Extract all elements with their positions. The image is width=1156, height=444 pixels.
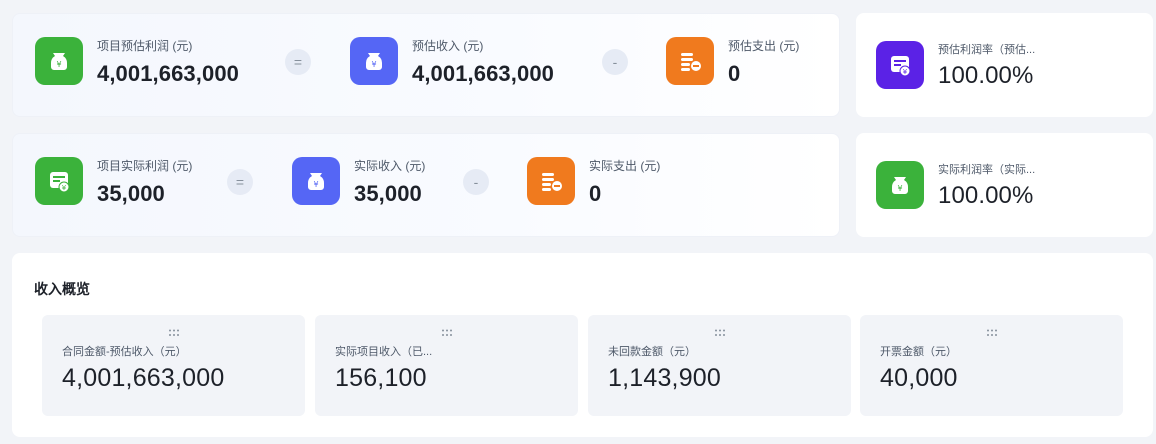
overview-tile-actual-income[interactable]: 实际项目收入（已... 156,100 [315,315,578,416]
svg-text:¥: ¥ [897,184,902,193]
overview-tile-contract[interactable]: 合同金额-预估收入（元） 4,001,663,000 [42,315,305,416]
estimate-rate-item: ¥ 预估利润率（预估... 100.00% [876,41,1035,89]
minus-operator: - [463,169,489,195]
svg-text:¥: ¥ [56,60,61,69]
svg-text:¥: ¥ [313,180,318,189]
minus-operator: - [602,49,628,75]
tile-label: 实际项目收入（已... [335,346,433,358]
actual-profit-card: ¥ 项目实际利润 (元) 35,000 = ¥ 实际收入 (元) 35,000 … [12,133,840,237]
actual-income-item: ¥ 实际收入 (元) 35,000 [292,157,425,207]
actual-rate-label: 实际利润率（实际... [938,164,1036,176]
actual-rate-item: ¥ 实际利润率（实际... 100.00% [876,161,1035,209]
tile-value: 4,001,663,000 [62,364,225,392]
estimate-rate-label: 预估利润率（预估... [938,44,1036,56]
tile-label: 合同金额-预估收入（元） [62,346,187,358]
estimate-profit-card: ¥ 项目预估利润 (元) 4,001,663,000 = ¥ 预估收入 (元) … [12,13,840,117]
overview-tile-invoiced[interactable]: 开票金额（元） 40,000 [860,315,1123,416]
tile-label: 开票金额（元） [880,346,957,358]
svg-text:¥: ¥ [903,68,908,76]
overview-tile-unpaid[interactable]: 未回款金额（元） 1,143,900 [588,315,851,416]
estimate-rate-card: ¥ 预估利润率（预估... 100.00% [856,13,1153,117]
coins-minus-icon [527,157,575,205]
estimate-rate-value: 100.00% [938,62,1034,89]
estimate-expense-label: 预估支出 (元) [728,39,800,53]
revenue-overview-title: 收入概览 [34,281,90,297]
estimate-income-value: 4,001,663,000 [412,61,554,86]
actual-profit-value: 35,000 [97,181,165,206]
actual-profit-label: 项目实际利润 (元) [97,159,193,173]
tile-value: 156,100 [335,364,427,392]
actual-profit-item: ¥ 项目实际利润 (元) 35,000 [35,157,192,207]
estimate-profit-item: ¥ 项目预估利润 (元) 4,001,663,000 [35,37,239,87]
money-bag-icon: ¥ [876,161,924,209]
actual-income-value: 35,000 [354,181,422,206]
actual-rate-value: 100.00% [938,182,1034,209]
estimate-expense-item: 预估支出 (元) 0 [666,37,799,87]
svg-text:¥: ¥ [371,60,376,69]
money-bag-icon: ¥ [292,157,340,205]
tile-value: 40,000 [880,364,958,392]
estimate-profit-value: 4,001,663,000 [97,61,239,86]
estimate-expense-value: 0 [728,61,741,86]
money-bag-icon: ¥ [350,37,398,85]
drag-handle-icon[interactable] [168,329,180,337]
invoice-yuan-icon: ¥ [35,157,83,205]
actual-expense-item: 实际支出 (元) 0 [527,157,660,207]
drag-handle-icon[interactable] [714,329,726,337]
drag-handle-icon[interactable] [441,329,453,337]
equals-operator: = [227,169,253,195]
coins-minus-icon [666,37,714,85]
equals-operator: = [285,49,311,75]
estimate-income-label: 预估收入 (元) [412,39,484,53]
estimate-profit-label: 项目预估利润 (元) [97,39,193,53]
actual-rate-card: ¥ 实际利润率（实际... 100.00% [856,133,1153,237]
money-bag-icon: ¥ [35,37,83,85]
svg-text:¥: ¥ [62,184,67,192]
actual-expense-label: 实际支出 (元) [589,159,661,173]
invoice-yuan-icon: ¥ [876,41,924,89]
drag-handle-icon[interactable] [986,329,998,337]
actual-expense-value: 0 [589,181,602,206]
tile-value: 1,143,900 [608,364,722,392]
actual-income-label: 实际收入 (元) [354,159,426,173]
tile-label: 未回款金额（元） [608,346,696,358]
estimate-income-item: ¥ 预估收入 (元) 4,001,663,000 [350,37,554,87]
